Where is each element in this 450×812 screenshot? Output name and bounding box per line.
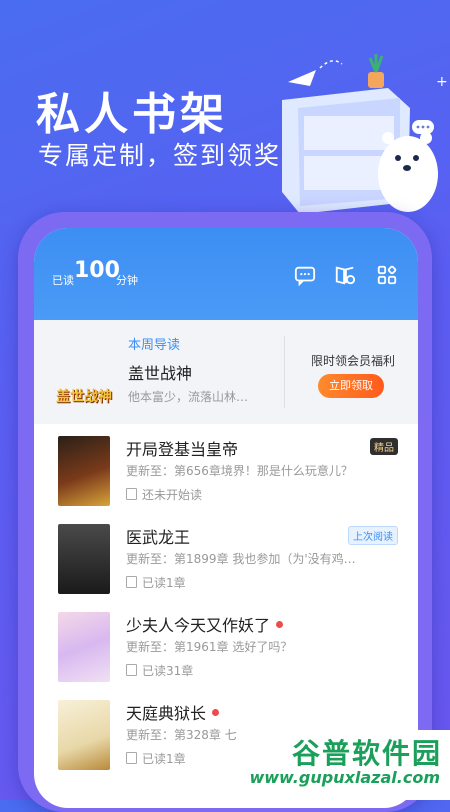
title-text: 天庭典狱长 [126,704,207,723]
read-time-unit: 分钟 [116,274,138,287]
message-icon[interactable] [294,264,316,286]
bookmark-icon [126,752,137,764]
book-title[interactable]: 医武龙王 [126,524,190,548]
watermark-url: www.gupuxlazal.com [249,768,440,787]
book-progress: 还未开始读 [126,486,202,503]
book-update: 更新至：第1961章 选好了吗？ [126,640,293,654]
cover-title: 盖世战神 [56,389,112,405]
book-title[interactable]: 少夫人今天又作妖了 [126,612,284,636]
app-screen: 已读 100 分钟 盖世战神 本周导读 盖世战神 他本富少，流落山林… 限时领会… [34,228,418,808]
new-update-dot [212,709,220,716]
title-text: 少夫人今天又作妖了 [126,616,271,635]
divider [284,336,285,408]
vip-promo-text: 限时领会员福利 [310,354,395,368]
chat-bubble-icon [412,120,434,134]
book-cover[interactable] [58,436,110,506]
progress-text: 还未开始读 [142,488,203,502]
book-title[interactable]: 天庭典狱长 [126,700,220,724]
weekly-book-title[interactable]: 盖世战神 [128,360,192,384]
watermark-text: 谷普软件园 [291,737,442,770]
bookmark-icon [126,576,137,588]
watermark: 谷普软件园 www.gupuxlazal.com [249,730,450,800]
claim-button[interactable]: 立即领取 [318,374,384,398]
book-progress: 已读1章 [126,574,186,591]
bookmark-icon [126,488,137,500]
book-update: 更新至：第1899章 我也参加（为'没有鸡… [126,552,356,566]
svg-text:+: + [436,74,448,90]
progress-text: 已读1章 [142,752,186,766]
progress-text: 已读1章 [142,576,186,590]
book-title[interactable]: 开局登基当皇帝 [126,436,238,460]
grid-menu-icon[interactable] [376,264,398,286]
bookshelf-header: 已读 100 分钟 [34,228,418,320]
hero-title: 私人书架 [36,89,228,140]
book-progress: 已读31章 [126,662,193,679]
last-read-badge: 上次阅读 [348,526,398,545]
bookmark-icon [126,664,137,676]
progress-text: 已读31章 [142,664,194,678]
book-cover[interactable]: 盖世战神 [52,332,116,414]
weekly-recommendation[interactable]: 盖世战神 本周导读 盖世战神 他本富少，流落山林… 限时领会员福利 立即领取 [34,320,418,424]
premium-badge: 精品 [370,438,398,455]
book-update: 更新至：第656章境界！那是什么玩意儿？ [126,464,353,478]
read-time-value: 100 [74,258,120,283]
bookshelf-illustration: + [282,54,448,214]
list-item[interactable]: 医武龙王 上次阅读 更新至：第1899章 我也参加（为'没有鸡… 已读1章 [34,516,418,604]
new-update-dot [276,621,284,628]
book-import-icon[interactable] [334,264,356,286]
book-cover[interactable] [58,700,110,770]
book-progress: 已读1章 [126,750,186,767]
hero-subtitle: 专属定制，签到领奖 [38,141,282,170]
list-item[interactable]: 开局登基当皇帝 精品 更新至：第656章境界！那是什么玩意儿？ 还未开始读 [34,428,418,516]
plane-icon [288,60,343,86]
book-cover[interactable] [58,612,110,682]
book-cover[interactable] [58,524,110,594]
read-time-label: 已读 [52,274,74,287]
weekly-tag: 本周导读 [128,338,181,353]
weekly-book-desc: 他本富少，流落山林… [128,390,249,404]
list-item[interactable]: 少夫人今天又作妖了 更新至：第1961章 选好了吗？ 已读31章 [34,604,418,692]
